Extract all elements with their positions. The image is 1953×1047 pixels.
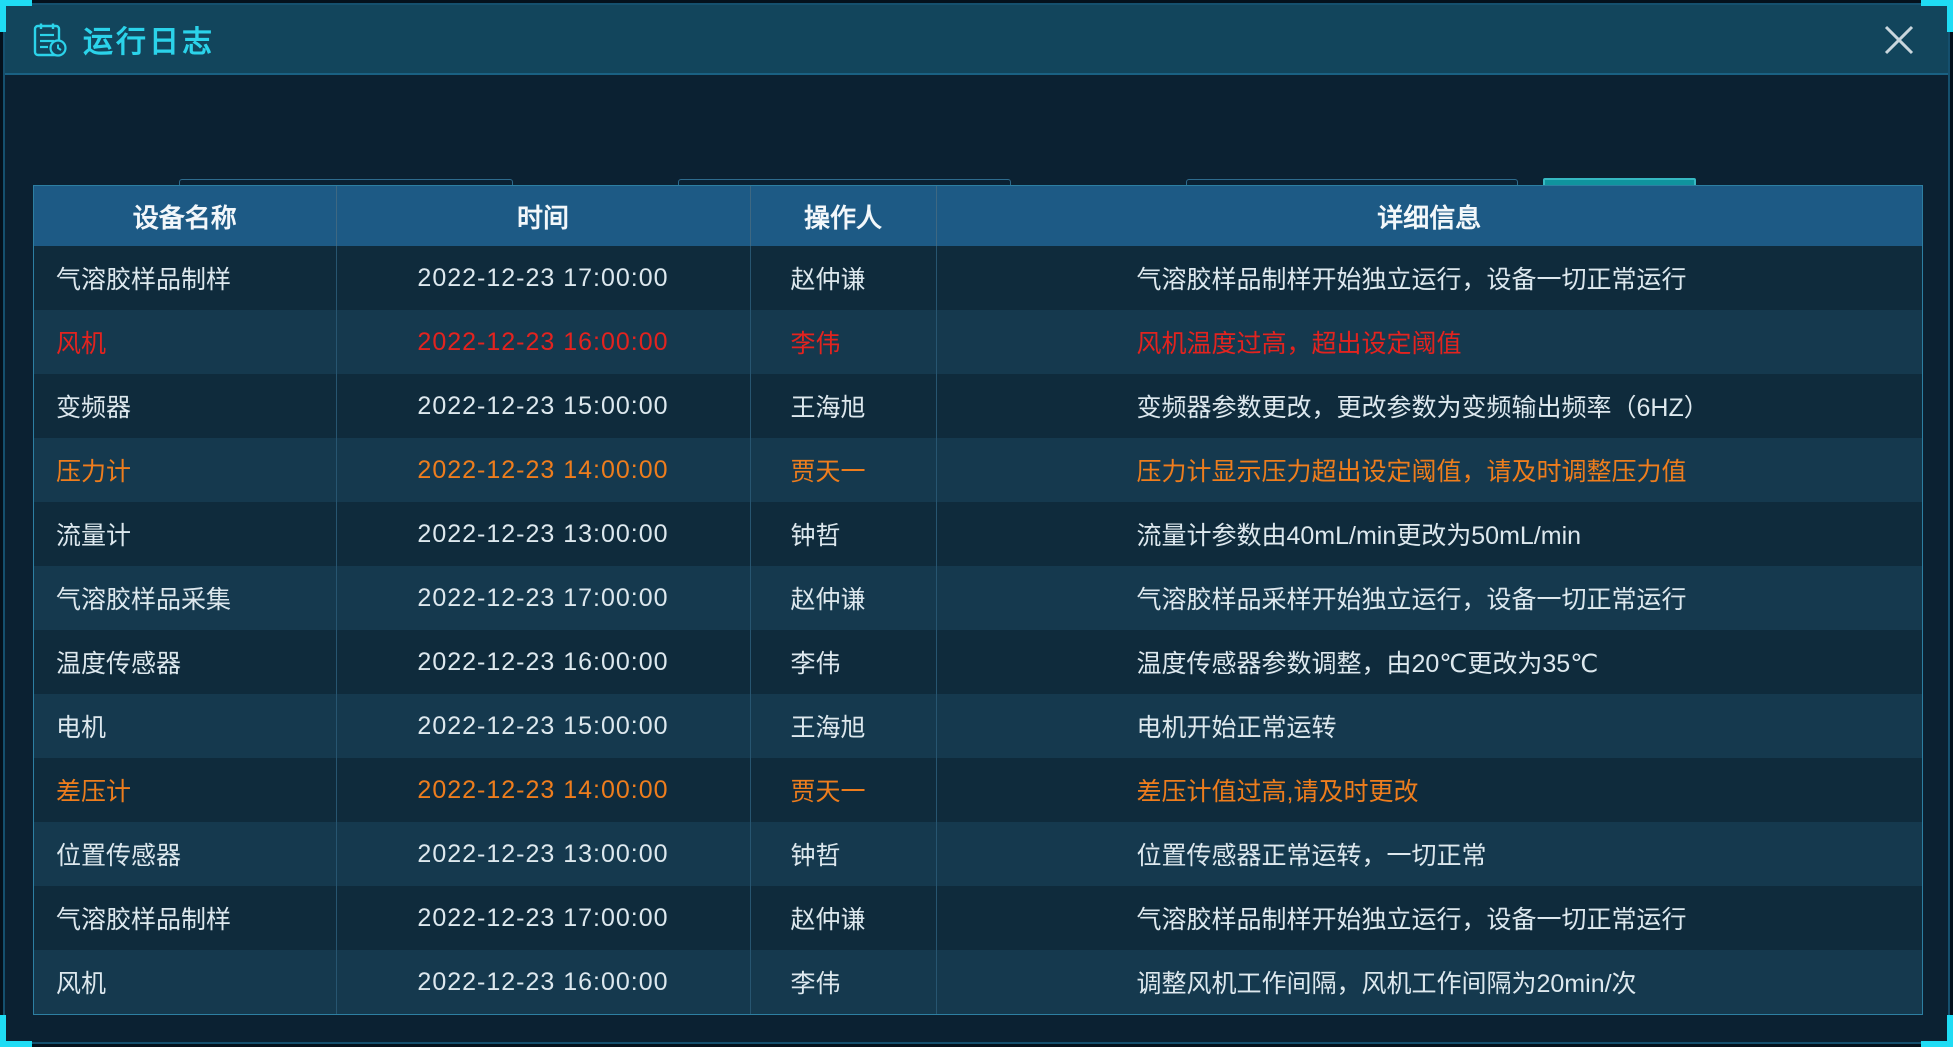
cell-detail: 气溶胶样品采样开始独立运行，设备一切正常运行 bbox=[936, 566, 1922, 630]
cell-operator: 李伟 bbox=[750, 630, 936, 694]
cell-time: 2022-12-23 13:00:00 bbox=[336, 502, 750, 566]
cell-device: 差压计 bbox=[34, 758, 336, 822]
cell-device: 风机 bbox=[34, 310, 336, 374]
cell-operator: 钟哲 bbox=[750, 822, 936, 886]
cell-device: 气溶胶样品制样 bbox=[34, 886, 336, 950]
close-button[interactable] bbox=[1876, 17, 1922, 63]
cell-time: 2022-12-23 17:00:00 bbox=[336, 886, 750, 950]
filter-bar: 设备类型： 全部 开始时间： 2022-12-22 11:00:00 结束时间：… bbox=[5, 75, 1948, 185]
table-row[interactable]: 气溶胶样品制样2022-12-23 17:00:00赵仲谦气溶胶样品制样开始独立… bbox=[34, 246, 1922, 310]
table-row[interactable]: 风机2022-12-23 16:00:00李伟风机温度过高，超出设定阈值 bbox=[34, 310, 1922, 374]
corner-accent-bottom-right bbox=[1921, 1015, 1953, 1047]
table-header-row: 设备名称 时间 操作人 详细信息 bbox=[34, 186, 1922, 246]
cell-operator: 贾天一 bbox=[750, 758, 936, 822]
cell-detail: 气溶胶样品制样开始独立运行，设备一切正常运行 bbox=[936, 246, 1922, 310]
header-device-name: 设备名称 bbox=[34, 186, 336, 246]
table-row-empty bbox=[34, 1014, 1922, 1015]
cell-time: 2022-12-23 15:00:00 bbox=[336, 374, 750, 438]
header-time: 时间 bbox=[336, 186, 750, 246]
cell-operator: 贾天一 bbox=[750, 438, 936, 502]
cell-operator: 李伟 bbox=[750, 950, 936, 1014]
cell-device: 电机 bbox=[34, 694, 336, 758]
cell-time: 2022-12-23 13:00:00 bbox=[336, 822, 750, 886]
log-book-icon bbox=[29, 19, 69, 59]
cell-time: 2022-12-23 15:00:00 bbox=[336, 694, 750, 758]
cell-device: 流量计 bbox=[34, 502, 336, 566]
table-row[interactable]: 压力计2022-12-23 14:00:00贾天一压力计显示压力超出设定阈值，请… bbox=[34, 438, 1922, 502]
cell-time: 2022-12-23 14:00:00 bbox=[336, 758, 750, 822]
cell-detail: 变频器参数更改，更改参数为变频输出频率（6HZ） bbox=[936, 374, 1922, 438]
cell-operator: 李伟 bbox=[750, 310, 936, 374]
table-row[interactable]: 流量计2022-12-23 13:00:00钟哲流量计参数由40mL/min更改… bbox=[34, 502, 1922, 566]
cell-operator: 王海旭 bbox=[750, 694, 936, 758]
cell-operator: 赵仲谦 bbox=[750, 246, 936, 310]
table-row[interactable]: 电机2022-12-23 15:00:00王海旭电机开始正常运转 bbox=[34, 694, 1922, 758]
table-row[interactable]: 位置传感器2022-12-23 13:00:00钟哲位置传感器正常运转，一切正常 bbox=[34, 822, 1922, 886]
cell-detail: 调整风机工作间隔，风机工作间隔为20min/次 bbox=[936, 950, 1922, 1014]
cell-operator: 赵仲谦 bbox=[750, 886, 936, 950]
cell-operator: 王海旭 bbox=[750, 374, 936, 438]
cell-time: 2022-12-23 16:00:00 bbox=[336, 950, 750, 1014]
header-detail: 详细信息 bbox=[936, 186, 1922, 246]
corner-accent-top-left bbox=[0, 0, 32, 32]
cell-device: 气溶胶样品制样 bbox=[34, 246, 336, 310]
page-title: 运行日志 bbox=[83, 17, 215, 61]
cell-device: 变频器 bbox=[34, 374, 336, 438]
cell-operator: 赵仲谦 bbox=[750, 566, 936, 630]
cell-empty bbox=[750, 1014, 936, 1015]
cell-device: 风机 bbox=[34, 950, 336, 1014]
table-row[interactable]: 气溶胶样品采集2022-12-23 17:00:00赵仲谦气溶胶样品采样开始独立… bbox=[34, 566, 1922, 630]
cell-time: 2022-12-23 16:00:00 bbox=[336, 310, 750, 374]
cell-detail: 差压计值过高,请及时更改 bbox=[936, 758, 1922, 822]
titlebar: 运行日志 bbox=[5, 5, 1948, 75]
cell-detail: 压力计显示压力超出设定阈值，请及时调整压力值 bbox=[936, 438, 1922, 502]
cell-time: 2022-12-23 17:00:00 bbox=[336, 566, 750, 630]
cell-detail: 位置传感器正常运转，一切正常 bbox=[936, 822, 1922, 886]
cell-detail: 流量计参数由40mL/min更改为50mL/min bbox=[936, 502, 1922, 566]
cell-operator: 钟哲 bbox=[750, 502, 936, 566]
cell-detail: 温度传感器参数调整，由20℃更改为35℃ bbox=[936, 630, 1922, 694]
cell-device: 位置传感器 bbox=[34, 822, 336, 886]
cell-device: 温度传感器 bbox=[34, 630, 336, 694]
table-row[interactable]: 温度传感器2022-12-23 16:00:00李伟温度传感器参数调整，由20℃… bbox=[34, 630, 1922, 694]
cell-device: 压力计 bbox=[34, 438, 336, 502]
cell-detail: 电机开始正常运转 bbox=[936, 694, 1922, 758]
cell-detail: 气溶胶样品制样开始独立运行，设备一切正常运行 bbox=[936, 886, 1922, 950]
close-icon bbox=[1879, 20, 1919, 60]
table-row[interactable]: 气溶胶样品制样2022-12-23 17:00:00赵仲谦气溶胶样品制样开始独立… bbox=[34, 886, 1922, 950]
header-operator: 操作人 bbox=[750, 186, 936, 246]
cell-empty bbox=[336, 1014, 750, 1015]
table-row[interactable]: 风机2022-12-23 16:00:00李伟调整风机工作间隔，风机工作间隔为2… bbox=[34, 950, 1922, 1014]
cell-time: 2022-12-23 16:00:00 bbox=[336, 630, 750, 694]
log-table: 设备名称 时间 操作人 详细信息 气溶胶样品制样2022-12-23 17:00… bbox=[33, 185, 1923, 1015]
table-row[interactable]: 变频器2022-12-23 15:00:00王海旭变频器参数更改，更改参数为变频… bbox=[34, 374, 1922, 438]
cell-time: 2022-12-23 14:00:00 bbox=[336, 438, 750, 502]
corner-accent-bottom-left bbox=[0, 1015, 32, 1047]
run-log-dialog: 运行日志 设备类型： 全部 开始时间： 2022-12-22 11:00:00 bbox=[3, 3, 1950, 1044]
corner-accent-top-right bbox=[1921, 0, 1953, 32]
table-body: 气溶胶样品制样2022-12-23 17:00:00赵仲谦气溶胶样品制样开始独立… bbox=[34, 246, 1922, 1015]
cell-time: 2022-12-23 17:00:00 bbox=[336, 246, 750, 310]
cell-detail: 风机温度过高，超出设定阈值 bbox=[936, 310, 1922, 374]
cell-empty bbox=[34, 1014, 336, 1015]
cell-device: 气溶胶样品采集 bbox=[34, 566, 336, 630]
table-row[interactable]: 差压计2022-12-23 14:00:00贾天一差压计值过高,请及时更改 bbox=[34, 758, 1922, 822]
cell-empty bbox=[936, 1014, 1922, 1015]
